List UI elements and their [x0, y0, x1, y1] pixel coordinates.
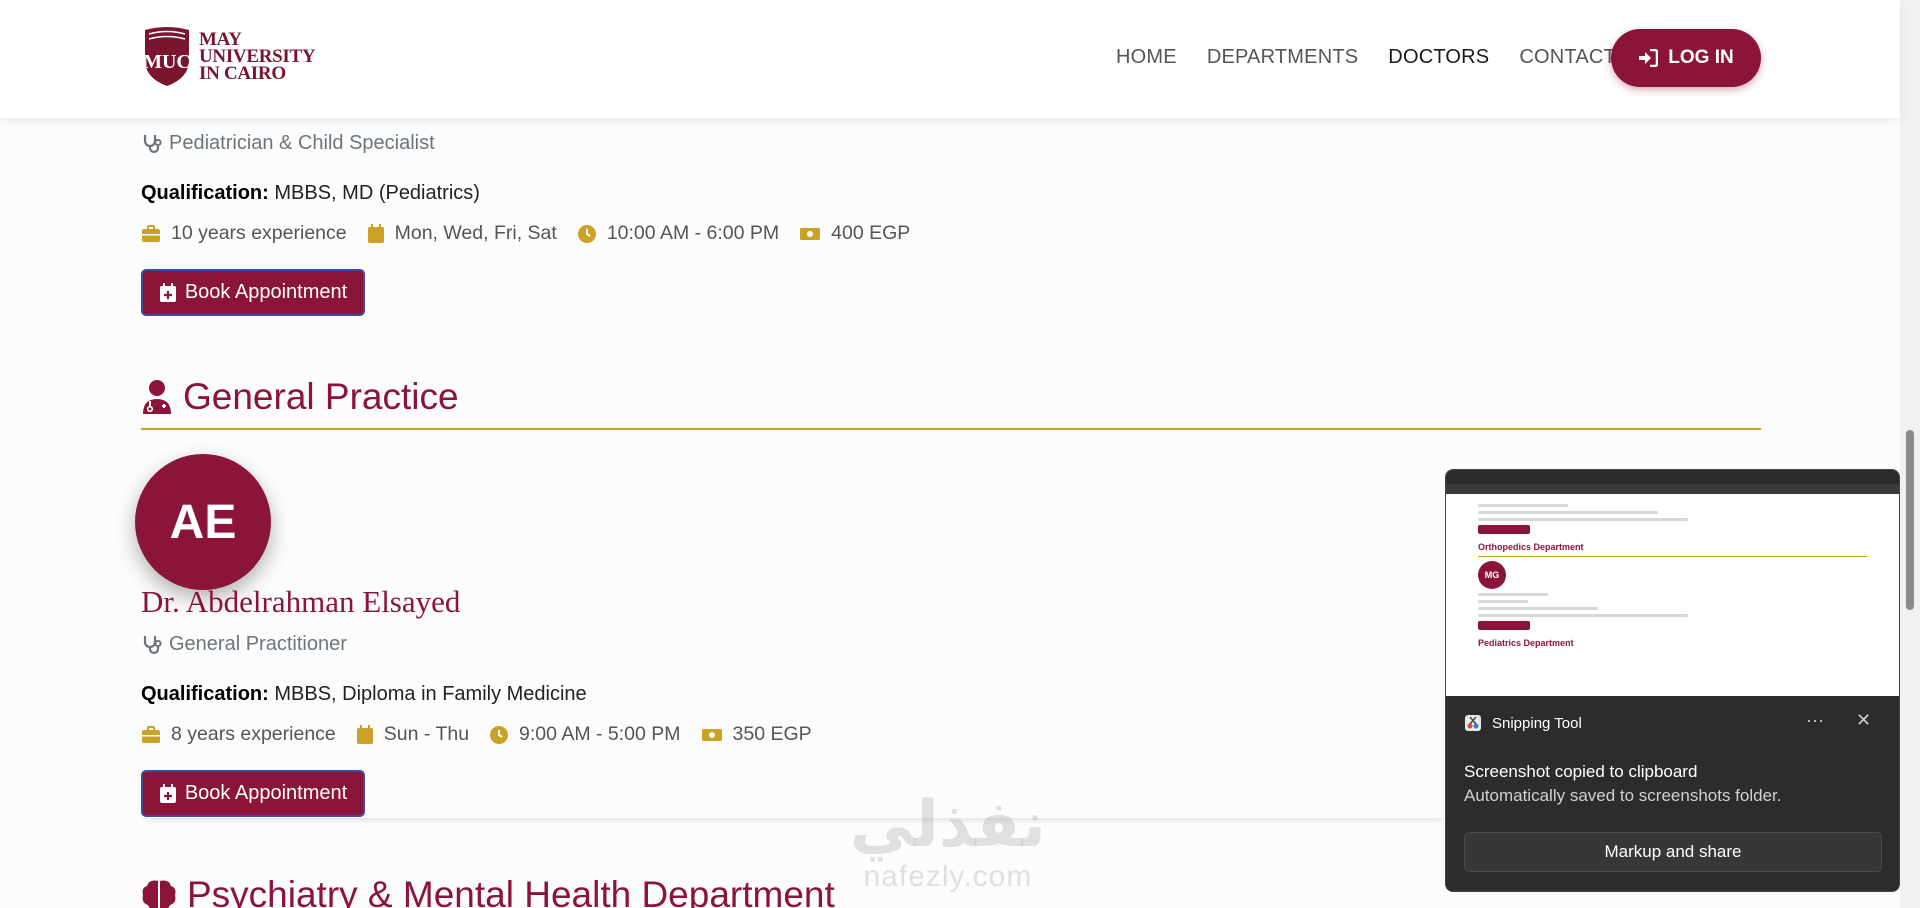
- book-appointment-button[interactable]: Book Appointment: [141, 269, 365, 316]
- preview-line: [1478, 600, 1528, 603]
- page-scrollbar[interactable]: [1900, 0, 1920, 908]
- specialty-text: Pediatrician & Child Specialist: [169, 132, 435, 154]
- nav-home[interactable]: HOME: [1116, 46, 1177, 69]
- avatar-initials: AE: [169, 495, 237, 549]
- close-icon[interactable]: ✕: [1856, 710, 1871, 731]
- calendar-plus-icon: [159, 282, 176, 302]
- preview-line: [1478, 593, 1548, 596]
- doctor-avatar: AE: [135, 454, 271, 590]
- notification-app-name: Snipping Tool: [1492, 714, 1582, 732]
- login-button[interactable]: LOG IN: [1611, 29, 1761, 87]
- nav-contact[interactable]: CONTACT: [1519, 46, 1616, 69]
- logo-line-2: UNIVERSITY: [199, 45, 316, 67]
- watermark-arabic: نفذلي: [850, 788, 1046, 862]
- logo-line-1: MAY: [199, 28, 242, 50]
- doctor-specialty: General Practitioner: [141, 633, 347, 656]
- preview-heading-orthopedics: Orthopedics Department: [1478, 542, 1584, 552]
- qualification-label: Qualification:: [141, 683, 269, 705]
- preview-body: Orthopedics Department MG Pediatrics Dep…: [1446, 494, 1899, 654]
- section-title-text: Psychiatry & Mental Health Department: [187, 874, 835, 908]
- watermark: نفذلي nafezly.com: [850, 790, 1046, 894]
- svg-text:MUC: MUC: [143, 51, 191, 73]
- qualification-value: MBBS, Diploma in Family Medicine: [274, 683, 587, 705]
- notification-subtitle: Automatically saved to screenshots folde…: [1464, 786, 1782, 805]
- section-title-text: General Practice: [183, 376, 459, 417]
- brain-icon: [142, 880, 176, 908]
- clock-icon: [577, 224, 596, 243]
- book-label: Book Appointment: [184, 281, 348, 303]
- preview-line: [1478, 607, 1598, 610]
- preview-divider: [1478, 556, 1867, 557]
- preview-heading-pediatrics: Pediatrics Department: [1478, 638, 1574, 648]
- hours: 10:00 AM - 6:00 PM: [577, 222, 779, 245]
- section-divider: [141, 428, 1761, 430]
- preview-tabbar: [1446, 470, 1899, 484]
- snipping-tool-icon: [1465, 715, 1481, 731]
- experience: 10 years experience: [141, 222, 347, 245]
- scrollbar-thumb[interactable]: [1906, 430, 1914, 610]
- preview-line: [1478, 504, 1568, 507]
- snip-screenshot-preview[interactable]: Orthopedics Department MG Pediatrics Dep…: [1445, 469, 1900, 697]
- days: Mon, Wed, Fri, Sat: [367, 222, 557, 245]
- preview-line: [1478, 614, 1688, 617]
- calendar-icon: [367, 223, 384, 243]
- logo-line-3: IN CAIRO: [199, 62, 286, 84]
- stethoscope-icon: [143, 635, 162, 654]
- specialty-text: General Practitioner: [169, 633, 347, 655]
- notification-header: Snipping Tool: [1464, 714, 1582, 732]
- preview-urlbar: [1446, 484, 1899, 494]
- fee-text: 400 EGP: [831, 222, 911, 244]
- doctor-name: Dr. Abdelrahman Elsayed: [141, 584, 461, 619]
- fee: 400 EGP: [799, 222, 910, 245]
- money-bill-icon: [800, 227, 821, 240]
- more-options-icon[interactable]: ···: [1806, 710, 1824, 731]
- markup-and-share-button[interactable]: Markup and share: [1464, 832, 1882, 872]
- site-header: MUC MAY UNIVERSITY IN CAIRO HOME DEPARTM…: [0, 0, 1900, 118]
- doctor-card-shadow: [141, 718, 1451, 818]
- hours-text: 10:00 AM - 6:00 PM: [606, 222, 780, 244]
- doctor-meta: 10 years experience Mon, Wed, Fri, Sat 1…: [141, 222, 910, 245]
- preview-button: [1478, 621, 1530, 630]
- nav-doctors[interactable]: DOCTORS: [1388, 46, 1489, 69]
- preview-button: [1478, 525, 1530, 534]
- user-doctor-icon: [143, 380, 171, 414]
- section-title-general-practice: General Practice: [141, 376, 459, 418]
- experience-text: 10 years experience: [171, 222, 347, 244]
- preview-line: [1478, 518, 1688, 521]
- doctor-qualification: Qualification: MBBS, Diploma in Family M…: [141, 683, 587, 706]
- watermark-latin: nafezly.com: [863, 860, 1033, 893]
- doctor-specialty: Pediatrician & Child Specialist: [141, 132, 435, 155]
- qualification-label: Qualification:: [141, 182, 269, 204]
- preview-avatar: MG: [1478, 561, 1506, 589]
- main-nav: HOME DEPARTMENTS DOCTORS CONTACT: [1116, 46, 1616, 69]
- sign-in-icon: [1639, 49, 1659, 67]
- site-logo[interactable]: MUC MAY UNIVERSITY IN CAIRO: [141, 24, 316, 88]
- section-title-psychiatry: Psychiatry & Mental Health Department: [141, 874, 835, 908]
- university-crest-icon: MUC: [143, 27, 191, 86]
- days-text: Mon, Wed, Fri, Sat: [394, 222, 557, 244]
- preview-line: [1478, 511, 1658, 514]
- login-label: LOG IN: [1668, 47, 1734, 68]
- nav-departments[interactable]: DEPARTMENTS: [1207, 46, 1358, 69]
- briefcase-icon: [142, 224, 160, 242]
- stethoscope-icon: [143, 134, 162, 153]
- notification-title: Screenshot copied to clipboard: [1464, 762, 1698, 781]
- logo-wordmark: MAY UNIVERSITY IN CAIRO: [199, 28, 316, 84]
- doctor-qualification: Qualification: MBBS, MD (Pediatrics): [141, 182, 480, 205]
- qualification-value: MBBS, MD (Pediatrics): [274, 182, 480, 204]
- snipping-tool-notification: Snipping Tool ··· ✕ Screenshot copied to…: [1445, 696, 1900, 892]
